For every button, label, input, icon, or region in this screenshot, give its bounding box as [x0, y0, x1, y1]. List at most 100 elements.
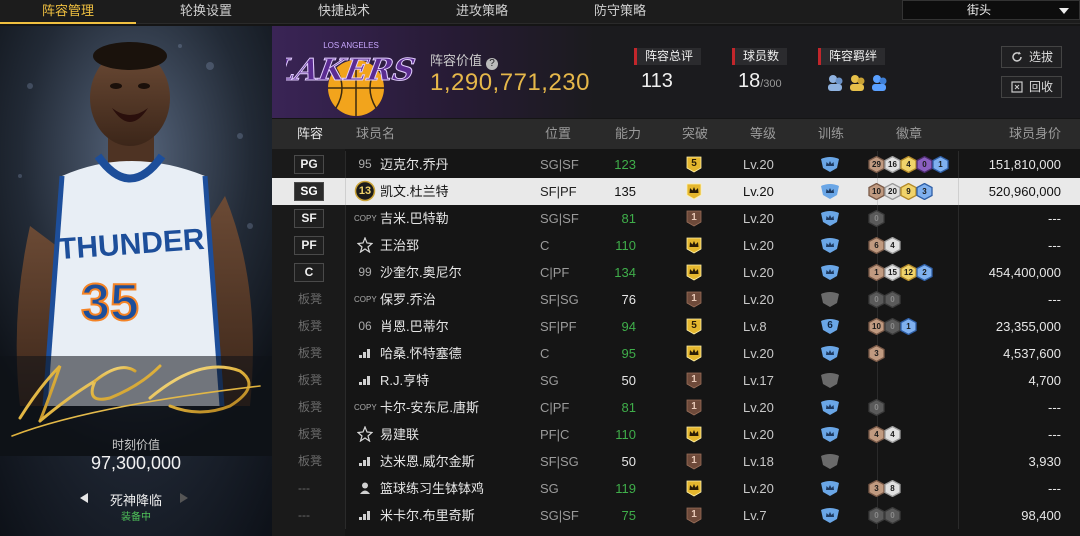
player-name[interactable]: 沙奎尔.奥尼尔	[380, 259, 462, 286]
badge-hexagon: 6	[868, 236, 885, 255]
synergy-icons[interactable]	[825, 73, 895, 93]
table-row[interactable]: --- 篮球练习生钵钵鸡 SG 119 Lv.20 3 8 ---	[272, 475, 1080, 502]
training-icon[interactable]	[819, 399, 841, 416]
table-row[interactable]: C 99 沙奎尔.奥尼尔 C|PF 134 Lv.20 1 15 12 2 454,400,000	[272, 259, 1080, 286]
training-icon[interactable]	[819, 453, 841, 470]
header-player-value[interactable]: 球员身价	[1009, 119, 1061, 149]
training-icon[interactable]	[819, 183, 841, 200]
player-name[interactable]: 王治郅	[380, 232, 419, 259]
table-row[interactable]: --- 米卡尔.布里奇斯 SG|SF 75 1 Lv.7 0 0 98,400	[272, 502, 1080, 529]
crown-icon	[686, 345, 702, 362]
table-row[interactable]: 板凳 COPY 卡尔-安东尼.唐斯 C|PF 81 1 Lv.20 0 ---	[272, 394, 1080, 421]
mode-select-dropdown[interactable]: 街头	[902, 0, 1080, 20]
player-level: Lv.20	[743, 400, 774, 415]
breakthrough-icon: 1	[686, 399, 702, 416]
training-icon[interactable]: 6	[819, 318, 841, 335]
header-training[interactable]: 训练	[818, 119, 844, 149]
header-badges[interactable]: 徽章	[896, 119, 922, 149]
column-divider	[345, 259, 346, 286]
player-position: C	[540, 346, 550, 361]
player-position: SF|PF	[540, 319, 577, 334]
player-level: Lv.17	[743, 373, 774, 388]
training-icon[interactable]	[819, 210, 841, 227]
player-name[interactable]: 米卡尔.布里奇斯	[380, 502, 475, 529]
player-rank-indicator	[354, 448, 376, 478]
moment-value: 97,300,000	[90, 453, 182, 473]
player-name[interactable]: 凯文.杜兰特	[380, 178, 449, 205]
tab-quick-tactics[interactable]: 快捷战术	[276, 0, 412, 24]
training-icon[interactable]	[819, 237, 841, 254]
header-level[interactable]: 等级	[750, 119, 776, 149]
player-name[interactable]: R.J.亨特	[380, 367, 429, 394]
position-slot-badge: C	[294, 263, 324, 282]
player-name[interactable]: 迈克尔.乔丹	[380, 151, 449, 178]
table-row[interactable]: SF COPY 吉米.巴特勒 SG|SF 81 1 Lv.20 0 ---	[272, 205, 1080, 232]
player-rank-indicator: 99	[354, 259, 376, 287]
tab-rotation-settings[interactable]: 轮换设置	[136, 0, 276, 24]
header-player-name[interactable]: 球员名	[356, 119, 395, 149]
signal-bars-icon	[359, 349, 370, 358]
table-row[interactable]: 板凳 COPY 保罗.乔治 SF|SG 76 1 Lv.20 0 0 ---	[272, 286, 1080, 313]
player-name[interactable]: 肖恩.巴蒂尔	[380, 313, 449, 340]
training-icon[interactable]	[819, 480, 841, 497]
table-row[interactable]: 板凳 达米恩.威尔金斯 SF|SG 50 1 Lv.18 3,930	[272, 448, 1080, 475]
badge-hexagon: 3	[868, 479, 885, 498]
rank-number: 95	[358, 157, 372, 171]
skill-name[interactable]: 死神降临	[0, 490, 272, 509]
tab-defense-strategy[interactable]: 防守策略	[552, 0, 688, 24]
badge-count: 10	[872, 322, 881, 331]
copy-tag: COPY	[354, 214, 377, 223]
player-value: 23,355,000	[995, 319, 1061, 334]
header-ability[interactable]: 能力	[615, 119, 641, 149]
training-shield-icon	[821, 238, 839, 253]
header-breakthrough[interactable]: 突破	[682, 119, 708, 149]
table-row[interactable]: PF 王治郅 C 110 Lv.20 6 4 ---	[272, 232, 1080, 259]
player-level: Lv.20	[743, 481, 774, 496]
table-row[interactable]: 板凳 易建联 PF|C 110 Lv.20 4 4 ---	[272, 421, 1080, 448]
table-row[interactable]: 板凳 R.J.亨特 SG 50 1 Lv.17 4,700	[272, 367, 1080, 394]
player-name[interactable]: 篮球练习生钵钵鸡	[380, 475, 484, 502]
player-name[interactable]: 哈桑.怀特塞德	[380, 340, 462, 367]
badge-count: 0	[890, 322, 895, 331]
training-shield-icon	[821, 508, 839, 523]
recycle-button[interactable]: 回收	[1001, 76, 1062, 98]
overall-rating-value: 113	[641, 70, 673, 92]
table-row[interactable]: 板凳 哈桑.怀特塞德 C 95 Lv.20 3 4,537,600	[272, 340, 1080, 367]
training-icon[interactable]	[819, 426, 841, 443]
training-icon[interactable]	[819, 264, 841, 281]
training-icon[interactable]	[819, 291, 841, 308]
player-card[interactable]: THUNDER 35 时刻价值 97,300,000 死神降临 装备中	[0, 26, 272, 536]
training-icon[interactable]	[819, 372, 841, 389]
moment-value-label: 时刻价值	[111, 438, 160, 452]
table-row[interactable]: 板凳 06 肖恩.巴蒂尔 SF|PF 94 5 Lv.8 6 10 0 1 23,355,000	[272, 313, 1080, 340]
training-icon[interactable]	[819, 345, 841, 362]
player-name[interactable]: 易建联	[380, 421, 419, 448]
player-ability: 50	[621, 373, 636, 388]
tab-lineup-management[interactable]: 阵容管理	[0, 0, 136, 24]
bench-slot-label: 板凳	[298, 319, 323, 333]
table-row[interactable]: SG 13 凯文.杜兰特 SF|PF 135 Lv.20 10 20 9 3 520,960,000	[272, 178, 1080, 205]
team-logo-subtext: LOS ANGELES	[323, 41, 379, 50]
training-icon[interactable]	[819, 507, 841, 524]
select-button[interactable]: 选拔	[1001, 46, 1062, 68]
player-name[interactable]: 吉米.巴特勒	[380, 205, 449, 232]
table-row[interactable]: PG 95 迈克尔.乔丹 SG|SF 123 5 Lv.20 29 16 4 0 1 151,810,0…	[272, 151, 1080, 178]
breakthrough-number: 1	[691, 509, 697, 520]
breakthrough-number: 1	[691, 293, 697, 304]
training-icon[interactable]	[819, 156, 841, 173]
header-lineup[interactable]: 阵容	[297, 119, 323, 149]
badge-count: 3	[874, 349, 879, 358]
player-name[interactable]: 保罗.乔治	[380, 286, 436, 313]
player-position: SF|SG	[540, 292, 579, 307]
player-name[interactable]: 卡尔-安东尼.唐斯	[380, 394, 479, 421]
player-value: ---	[1048, 481, 1061, 496]
player-value: 98,400	[1021, 508, 1061, 523]
roster-table-header: 阵容 球员名 位置 能力 突破 等级 训练 徽章 球员身价	[272, 119, 1080, 149]
player-level: Lv.8	[743, 319, 767, 334]
player-position: PF|C	[540, 427, 570, 442]
header-position[interactable]: 位置	[545, 119, 571, 149]
player-value: 520,960,000	[988, 184, 1061, 199]
player-name[interactable]: 达米恩.威尔金斯	[380, 448, 475, 475]
tab-offense-strategy[interactable]: 进攻策略	[412, 0, 552, 24]
badge-hexagon: 29	[868, 155, 885, 174]
